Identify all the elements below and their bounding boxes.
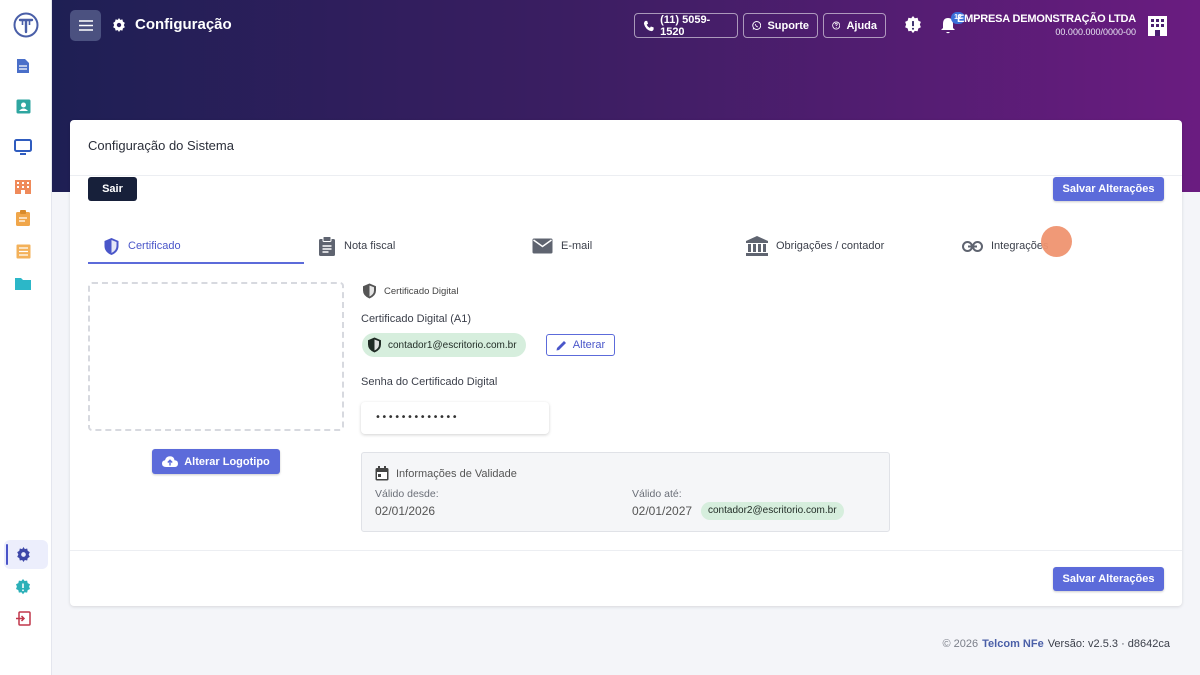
active-tab-indicator — [88, 262, 304, 264]
divider — [70, 550, 1182, 551]
tab-certificado[interactable]: Certificado — [103, 228, 181, 264]
certificate-owner: contador1@escritorio.com.br — [388, 339, 517, 351]
tab-label: Obrigações / contador — [776, 240, 885, 252]
tab-obrigacoes-contador[interactable]: Obrigações / contador — [746, 228, 884, 264]
save-button-bottom[interactable]: Salvar Alterações — [1053, 567, 1164, 591]
help-icon — [832, 21, 841, 30]
footer: © 2026 Telcom NFe Versão: v2.5.3 · d8642… — [943, 638, 1170, 650]
exit-button[interactable]: Sair — [88, 177, 137, 201]
certificate-password-input[interactable]: ••••••••••••• — [361, 402, 549, 434]
tab-email[interactable]: E-mail — [532, 228, 592, 264]
cursor-indicator — [1041, 226, 1072, 257]
pencil-icon — [556, 340, 566, 350]
hamburger-icon — [78, 20, 93, 31]
menu-button[interactable] — [70, 10, 101, 41]
tab-nota-fiscal[interactable]: Nota fiscal — [318, 228, 395, 264]
change-logo-label: Alterar Logotipo — [184, 455, 270, 468]
shield-icon — [363, 283, 376, 299]
tab-label: Nota fiscal — [344, 240, 396, 252]
calendar-icon — [375, 466, 389, 481]
valid-from-value: 02/01/2026 — [375, 504, 436, 518]
footer-copyright: © 2026 — [942, 638, 979, 650]
validity-header: Informações de Validade — [375, 466, 517, 481]
help-button[interactable]: Ajuda — [823, 13, 886, 38]
shield-icon — [368, 337, 381, 353]
mail-icon — [532, 238, 553, 254]
change-certificate-button[interactable]: Alterar — [546, 334, 615, 356]
system-alert-icon[interactable] — [904, 16, 922, 34]
cloud-upload-icon — [162, 455, 179, 467]
company-cnpj: 00.000.000/0000-00 — [1055, 27, 1136, 37]
tab-label: Certificado — [128, 240, 181, 252]
link-icon — [962, 240, 983, 252]
sidebar-active-indicator — [6, 544, 8, 565]
list-icon[interactable] — [12, 240, 34, 262]
card-title: Configuração do Sistema — [88, 138, 234, 153]
support-button[interactable]: Suporte — [743, 13, 818, 38]
footer-brand[interactable]: Telcom NFe — [982, 638, 1044, 650]
password-field-label: Senha do Certificado Digital — [361, 376, 498, 388]
company-name: EMPRESA DEMONSTRAÇÃO LTDA — [957, 13, 1136, 25]
certificate-section-title: Certificado Digital — [384, 285, 459, 297]
tab-label: Integrações — [991, 240, 1049, 252]
settings-card: Configuração do Sistema Sair Salvar Alte… — [70, 120, 1182, 606]
tab-label: E-mail — [561, 240, 593, 252]
certificate-owner-chip: contador1@escritorio.com.br — [362, 333, 526, 357]
validity-panel: Informações de Validade Válido desde: 02… — [361, 452, 890, 532]
whatsapp-icon — [752, 21, 762, 30]
valid-until-value: 02/01/2027 — [632, 504, 693, 518]
alert-icon[interactable] — [12, 576, 34, 598]
tab-integracoes[interactable]: Integrações — [962, 228, 1048, 264]
app-logo-icon[interactable] — [13, 12, 39, 38]
page-title-text: Configuração — [135, 16, 232, 33]
folder-icon[interactable] — [12, 272, 34, 294]
footer-version: Versão: v2.5.3 · d8642ca — [1047, 638, 1170, 650]
settings-icon[interactable] — [12, 543, 34, 565]
shield-icon — [104, 237, 119, 255]
gear-icon — [113, 17, 125, 32]
phone-icon — [643, 20, 654, 31]
phone-label: (11) 5059-1520 — [660, 13, 711, 38]
clipboard-icon[interactable] — [12, 207, 34, 229]
logout-icon[interactable] — [12, 607, 34, 629]
divider — [70, 175, 1182, 176]
contact-icon[interactable] — [12, 95, 34, 117]
company-building-icon[interactable] — [1147, 15, 1168, 36]
change-logo-button[interactable]: Alterar Logotipo — [152, 449, 280, 474]
company-info[interactable]: EMPRESA DEMONSTRAÇÃO LTDA 00.000.000/000… — [957, 13, 1136, 37]
validity-contact-chip: contador2@escritorio.com.br — [701, 502, 844, 520]
help-label: Ajuda — [846, 19, 877, 32]
building-icon[interactable] — [12, 176, 34, 198]
change-certificate-label: Alterar — [572, 339, 606, 351]
certificate-section-header: Certificado Digital — [362, 283, 458, 299]
validity-title: Informações de Validade — [396, 467, 517, 480]
monitor-icon[interactable] — [12, 136, 34, 158]
save-button-top[interactable]: Salvar Alterações — [1053, 177, 1164, 201]
support-label: Suporte — [767, 19, 809, 32]
document-icon[interactable] — [12, 55, 34, 77]
page-title: Configuração — [112, 16, 232, 33]
clipboard-icon — [319, 236, 335, 256]
phone-button[interactable]: (11) 5059-1520 — [634, 13, 738, 38]
logo-dropzone[interactable] — [88, 282, 344, 431]
sidebar — [0, 0, 52, 675]
valid-until-label: Válido até: — [632, 488, 682, 500]
certificate-field-label: Certificado Digital (A1) — [361, 313, 472, 325]
valid-from-label: Válido desde: — [375, 488, 439, 500]
bank-icon — [746, 236, 768, 256]
